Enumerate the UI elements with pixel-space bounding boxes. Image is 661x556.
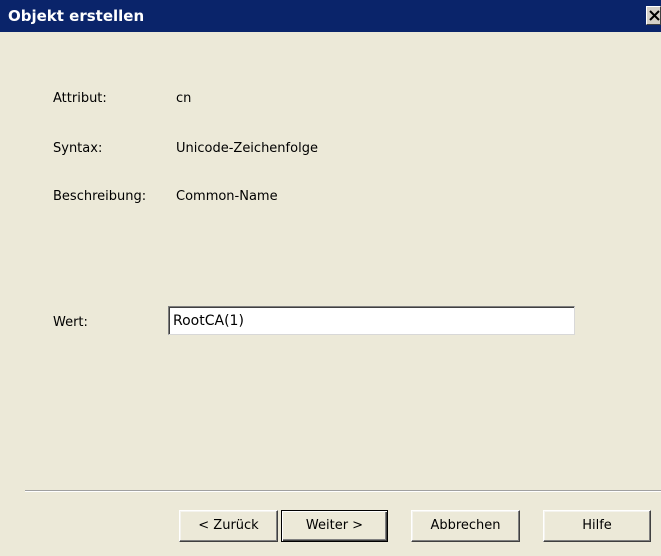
close-x-icon: [649, 10, 660, 21]
attribute-value: cn: [176, 91, 192, 106]
value-input[interactable]: [168, 306, 575, 335]
window-title: Objekt erstellen: [8, 7, 145, 25]
title-bar[interactable]: Objekt erstellen: [0, 0, 661, 32]
separator-line: [25, 490, 661, 492]
attribute-label: Attribut:: [53, 91, 107, 106]
back-button[interactable]: < Zurück: [179, 510, 278, 542]
description-value: Common-Name: [176, 189, 278, 204]
value-label: Wert:: [53, 315, 88, 330]
description-label: Beschreibung:: [53, 189, 147, 204]
close-button[interactable]: [646, 6, 661, 25]
help-button[interactable]: Hilfe: [543, 510, 651, 542]
syntax-value: Unicode-Zeichenfolge: [176, 141, 318, 156]
syntax-label: Syntax:: [53, 141, 103, 156]
next-button[interactable]: Weiter >: [281, 510, 388, 542]
create-object-dialog: Objekt erstellen Attribut: cn Syntax: Un…: [0, 0, 661, 556]
cancel-button[interactable]: Abbrechen: [411, 510, 520, 542]
